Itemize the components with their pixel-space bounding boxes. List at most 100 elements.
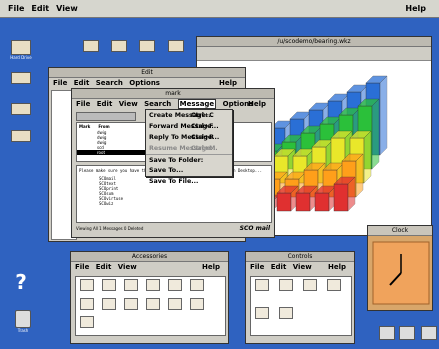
chart-window-titlebar: /u/scodemo/bearing.wkz	[197, 37, 431, 47]
accessory-icon-3[interactable]	[144, 279, 162, 296]
control-icon-3[interactable]	[325, 279, 343, 305]
accessories-icon-area	[75, 276, 226, 336]
menu-save-to-folder[interactable]: Save To Folder:	[146, 154, 232, 165]
menu-item-label: Save To...	[149, 167, 184, 174]
mail-menu-file[interactable]: File	[76, 100, 90, 108]
accessory-glyph-icon	[168, 297, 182, 310]
accessory-icon-4[interactable]	[166, 279, 184, 296]
control-icon-4[interactable]	[253, 307, 271, 333]
accessory-icon-11[interactable]	[188, 297, 206, 315]
menu-item-label: Save To File...	[149, 178, 199, 185]
list-item-selected[interactable]: root	[77, 150, 147, 155]
top-app-icon-1[interactable]	[80, 40, 102, 52]
desktop-menu-view[interactable]: View	[56, 4, 78, 13]
top-app-icon-3[interactable]	[136, 40, 158, 52]
control-glyph-icon	[327, 279, 341, 291]
menu-item-shortcut: Ctrl+R	[191, 134, 215, 141]
control-glyph-icon	[255, 307, 269, 319]
mail-menu-view[interactable]: View	[119, 100, 138, 108]
menu-save-to-file[interactable]: Save To File...	[146, 176, 232, 187]
menu-item-shortcut: Ctrl+F	[191, 123, 214, 130]
chart-window-title: /u/scodemo/bearing.wkz	[277, 38, 351, 45]
accessory-icon-0[interactable]	[78, 279, 96, 296]
desktop-menu-file[interactable]: File	[8, 4, 24, 13]
edit-menu-edit[interactable]: Edit	[74, 79, 90, 87]
ctl-menu-help[interactable]: Help	[328, 262, 346, 272]
acc-menu-edit[interactable]: Edit	[96, 263, 112, 271]
printer-icon[interactable]	[398, 326, 416, 340]
mail-menu-edit[interactable]: Edit	[97, 100, 113, 108]
control-icon-5[interactable]	[277, 307, 295, 333]
desktop-menu-edit[interactable]: Edit	[31, 4, 49, 13]
edit-menu-file[interactable]: File	[53, 79, 67, 87]
accessory-icon-9[interactable]	[144, 297, 162, 315]
edit-window-title: Edit	[141, 69, 153, 76]
accessory-glyph-icon	[124, 297, 138, 310]
accessory-glyph-icon	[80, 316, 94, 329]
controls-icon-area	[250, 276, 352, 336]
system-icon[interactable]	[6, 130, 36, 142]
mail-menu-message[interactable]: Message	[177, 99, 217, 109]
help-icon[interactable]: ?	[6, 272, 36, 292]
accessories-menubar: File Edit View Help	[71, 262, 228, 272]
clock-face	[372, 241, 430, 305]
desktop-menu-help[interactable]: Help	[405, 4, 426, 13]
folder-icon[interactable]	[6, 72, 36, 84]
control-glyph-icon	[303, 279, 317, 291]
menu-resume-message[interactable]: Resume Message... Ctrl+M	[146, 143, 232, 154]
accessory-glyph-icon	[102, 279, 116, 291]
music-icon-2[interactable]	[420, 326, 438, 340]
menu-item-label: Save To Folder:	[149, 157, 204, 164]
hard-drive-icon[interactable]: Hard Drive	[6, 40, 36, 60]
accessory-icon-8[interactable]	[122, 297, 140, 315]
accessory-icon-2[interactable]	[122, 279, 140, 296]
mail-status: Viewing All 1 Messages 0 Deleted	[76, 226, 144, 231]
acc-menu-view[interactable]: View	[118, 263, 137, 271]
mail-menu-search[interactable]: Search	[144, 100, 171, 108]
mail-window-title: mark	[165, 90, 181, 97]
ctl-menu-edit[interactable]: Edit	[271, 263, 287, 271]
accessories-title: Accessories	[131, 253, 168, 260]
edit-window-titlebar: Edit	[49, 68, 245, 78]
chart-bar	[333, 176, 356, 212]
control-icon-0[interactable]	[253, 279, 271, 305]
header-from: From	[98, 124, 110, 129]
control-icon-1[interactable]	[277, 279, 295, 305]
controls-window: Controls File Edit View Help	[245, 251, 355, 344]
menu-reply-message[interactable]: Reply To Message... Ctrl+R	[146, 132, 232, 143]
top-app-icon-4[interactable]	[165, 40, 187, 52]
accessory-glyph-icon	[168, 279, 182, 291]
accessory-icon-5[interactable]	[188, 279, 206, 296]
trash-icon[interactable]: Trash	[8, 310, 38, 333]
ctl-menu-file[interactable]: File	[250, 263, 264, 271]
menu-save-to[interactable]: Save To...	[146, 165, 232, 176]
accessory-icon-7[interactable]	[100, 297, 118, 315]
music-icon-1[interactable]	[378, 326, 396, 340]
controls-title: Controls	[287, 253, 313, 260]
acc-menu-help[interactable]: Help	[202, 262, 220, 272]
top-app-icon-2[interactable]	[108, 40, 130, 52]
clock-window: Clock	[367, 225, 433, 311]
accessory-glyph-icon	[146, 297, 160, 310]
mail-toolbar	[76, 112, 136, 121]
menu-forward-message[interactable]: Forward Message... Ctrl+F	[146, 121, 232, 132]
file-entry: SCOwiz	[99, 201, 114, 206]
menu-create-message[interactable]: Create Message... Ctrl+C	[146, 110, 232, 121]
control-icon-2[interactable]	[301, 279, 319, 305]
mail-menu-help[interactable]: Help	[248, 99, 266, 109]
accessory-icon-12[interactable]	[78, 316, 96, 333]
clock-title: Clock	[391, 227, 409, 234]
edit-menu-options[interactable]: Options	[129, 79, 160, 87]
control-glyph-icon	[279, 279, 293, 291]
edit-menu-search[interactable]: Search	[96, 79, 123, 87]
edit-menu-help[interactable]: Help	[219, 78, 237, 88]
controls-titlebar: Controls	[246, 252, 354, 262]
drive-icon[interactable]	[6, 103, 36, 115]
ctl-menu-view[interactable]: View	[293, 263, 312, 271]
accessory-icon-10[interactable]	[166, 297, 184, 315]
accessory-icon-6[interactable]	[78, 297, 96, 315]
chart-bar	[276, 185, 299, 212]
accessories-titlebar: Accessories	[71, 252, 228, 262]
acc-menu-file[interactable]: File	[75, 263, 89, 271]
accessory-icon-1[interactable]	[100, 279, 118, 296]
